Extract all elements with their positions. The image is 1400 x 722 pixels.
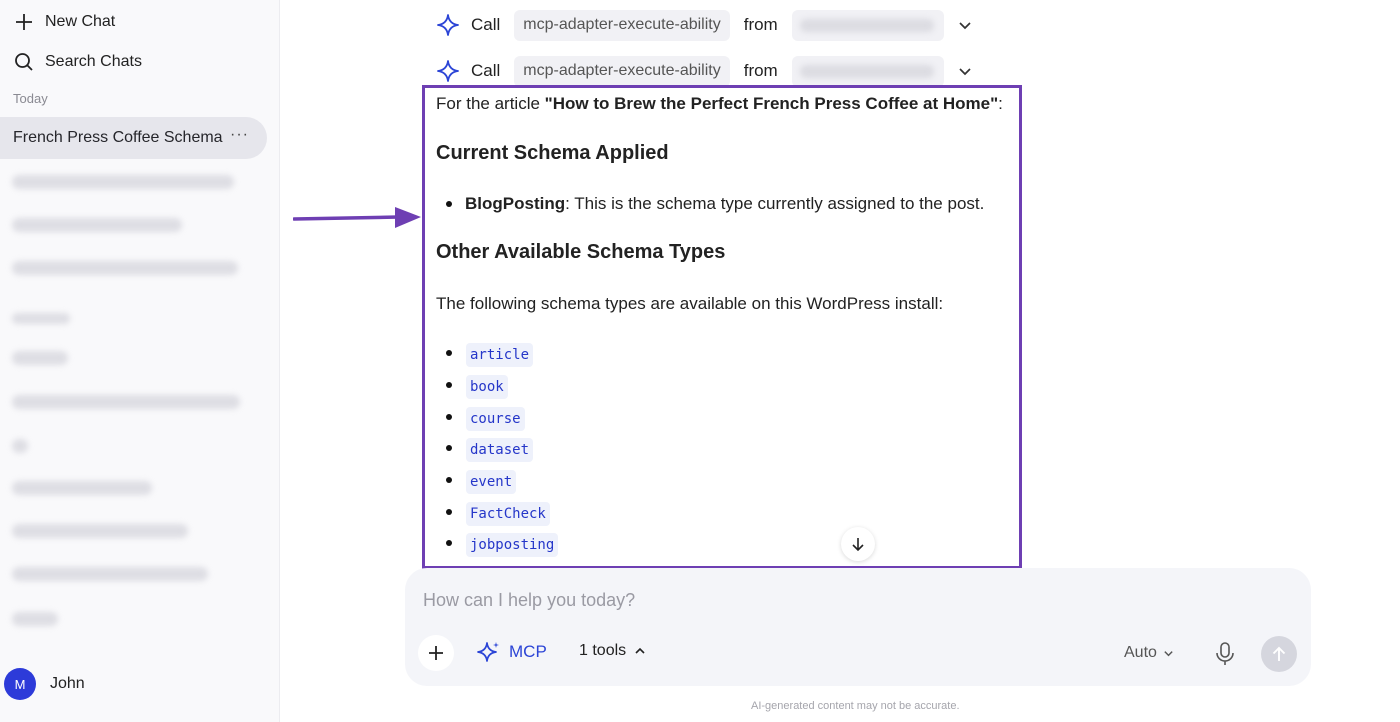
bullet: [446, 445, 452, 451]
chat-item-label: French Press Coffee Schema: [13, 129, 223, 146]
other-schema-intro: The following schema types are available…: [436, 294, 944, 313]
user-name: John: [50, 675, 85, 692]
schema-type-code: FactCheck: [466, 502, 550, 526]
from-label: from: [743, 15, 778, 34]
mcp-button[interactable]: MCP: [477, 640, 547, 664]
bullet: [446, 509, 452, 515]
blurred-chat-item[interactable]: [12, 481, 152, 495]
blurred-server-pill: [791, 9, 944, 41]
chevron-down-icon[interactable]: [958, 64, 972, 78]
search-chats-button[interactable]: Search Chats: [13, 51, 142, 73]
tools-count-label: 1 tools: [579, 642, 627, 659]
annotation-arrow: [293, 207, 421, 228]
blurred-chat-item[interactable]: [12, 351, 68, 365]
arrow-up-icon: [1272, 646, 1286, 661]
intro-suffix: :: [998, 94, 1003, 113]
bullet: [446, 414, 452, 420]
tool-name-pill: mcp-adapter-execute-ability: [514, 55, 730, 87]
blurred-section-label: [12, 313, 70, 324]
tools-toggle[interactable]: 1 tools: [579, 642, 646, 660]
blurred-chat-item[interactable]: [12, 218, 182, 232]
mcp-label: MCP: [509, 642, 547, 661]
model-selector[interactable]: Auto: [1124, 644, 1174, 662]
bullet: [446, 477, 452, 483]
from-label: from: [743, 61, 778, 80]
send-button[interactable]: [1261, 636, 1297, 672]
new-chat-label: New Chat: [45, 13, 116, 30]
bullet: [446, 540, 452, 546]
intro-prefix: For the article: [436, 94, 545, 113]
call-label: Call: [471, 61, 501, 80]
article-title: "How to Brew the Perfect French Press Co…: [544, 94, 999, 113]
intro-paragraph: For the article "How to Brew the Perfect…: [436, 92, 1003, 116]
chat-item-active[interactable]: French Press Coffee Schema ···: [0, 117, 267, 159]
current-schema-item: BlogPosting: This is the schema type cur…: [465, 192, 984, 216]
avatar: M: [4, 668, 36, 700]
microphone-icon[interactable]: [1211, 640, 1239, 668]
section-today-label: Today: [13, 91, 48, 106]
blurred-server-pill: [791, 55, 944, 87]
sparkle-icon: [437, 60, 459, 82]
schema-type-code: book: [466, 375, 508, 399]
message-input[interactable]: How can I help you today?: [423, 590, 635, 611]
call-label: Call: [471, 15, 501, 34]
sidebar: New Chat Search Chats Today French Press…: [0, 0, 280, 722]
heading-other-schema: Other Available Schema Types: [436, 241, 726, 263]
blurred-chat-item[interactable]: [12, 612, 58, 626]
blurred-chat-item[interactable]: [12, 524, 188, 538]
blurred-chat-item[interactable]: [12, 175, 234, 189]
search-icon: [13, 51, 35, 73]
disclaimer-text: AI-generated content may not be accurate…: [751, 700, 960, 712]
plus-icon: [13, 11, 35, 33]
tool-call-row[interactable]: Call mcp-adapter-execute-ability from: [436, 55, 972, 87]
blurred-chat-item[interactable]: [12, 439, 28, 453]
schema-type-code: article: [466, 343, 534, 367]
chevron-down-icon[interactable]: [958, 18, 972, 32]
search-chats-label: Search Chats: [45, 53, 142, 70]
tool-name-pill: mcp-adapter-execute-ability: [514, 9, 730, 41]
bullet: [446, 350, 452, 356]
blurred-chat-item[interactable]: [12, 261, 238, 275]
current-schema-description: : This is the schema type currently assi…: [565, 194, 985, 213]
attach-button[interactable]: [418, 635, 454, 671]
plus-icon: [429, 646, 443, 660]
more-options-icon[interactable]: ···: [230, 126, 249, 144]
chevron-down-icon: [1164, 650, 1173, 656]
bullet: [446, 201, 452, 207]
schema-type-code: jobposting: [466, 533, 559, 557]
current-schema-type: BlogPosting: [465, 194, 566, 213]
schema-type-code: course: [466, 407, 525, 431]
tool-call-row[interactable]: Call mcp-adapter-execute-ability from: [436, 9, 972, 41]
new-chat-button[interactable]: New Chat: [13, 11, 115, 33]
schema-type-code: event: [466, 470, 517, 494]
chat-composer[interactable]: How can I help you today? MCP 1 tools Au…: [405, 568, 1311, 686]
scroll-down-button[interactable]: [841, 527, 875, 561]
model-label: Auto: [1124, 644, 1157, 661]
user-profile[interactable]: M John: [4, 668, 85, 700]
chevron-up-icon: [635, 647, 645, 654]
blurred-chat-item[interactable]: [12, 395, 240, 409]
sparkle-icon: [437, 14, 459, 36]
arrow-down-icon: [852, 538, 864, 552]
bullet: [446, 382, 452, 388]
sparkles-icon: [477, 642, 499, 662]
heading-current-schema: Current Schema Applied: [436, 142, 669, 164]
schema-type-code: dataset: [466, 438, 534, 462]
blurred-chat-item[interactable]: [12, 567, 208, 581]
